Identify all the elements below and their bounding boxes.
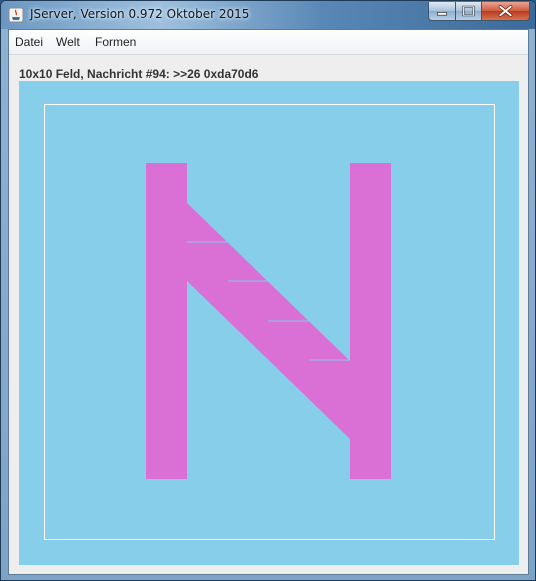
close-icon <box>498 5 513 17</box>
status-label: 10x10 Feld, Nachricht #94: >>26 0xda70d6 <box>19 67 259 81</box>
application-window: JServer, Version 0.972 Oktober 2015 Date… <box>0 0 536 581</box>
title-bar[interactable]: JServer, Version 0.972 Oktober 2015 <box>1 1 535 29</box>
letter-n-left-stem <box>146 163 187 479</box>
java-icon <box>8 7 24 23</box>
minimize-icon <box>436 12 448 16</box>
maximize-icon <box>462 5 475 17</box>
menu-bar: Datei Welt Formen <box>9 30 528 55</box>
minimize-button[interactable] <box>428 2 456 21</box>
window-title: JServer, Version 0.972 Oktober 2015 <box>30 7 250 21</box>
menu-welt[interactable]: Welt <box>56 35 80 49</box>
canvas-drawing <box>44 104 495 540</box>
client-area: Datei Welt Formen 10x10 Feld, Nachricht … <box>8 29 529 575</box>
letter-n-right-stem <box>350 163 391 479</box>
menu-formen[interactable]: Formen <box>95 35 136 49</box>
close-button[interactable] <box>481 2 530 21</box>
maximize-button[interactable] <box>455 2 482 21</box>
menu-datei[interactable]: Datei <box>15 35 43 49</box>
drawing-canvas[interactable] <box>19 81 519 565</box>
